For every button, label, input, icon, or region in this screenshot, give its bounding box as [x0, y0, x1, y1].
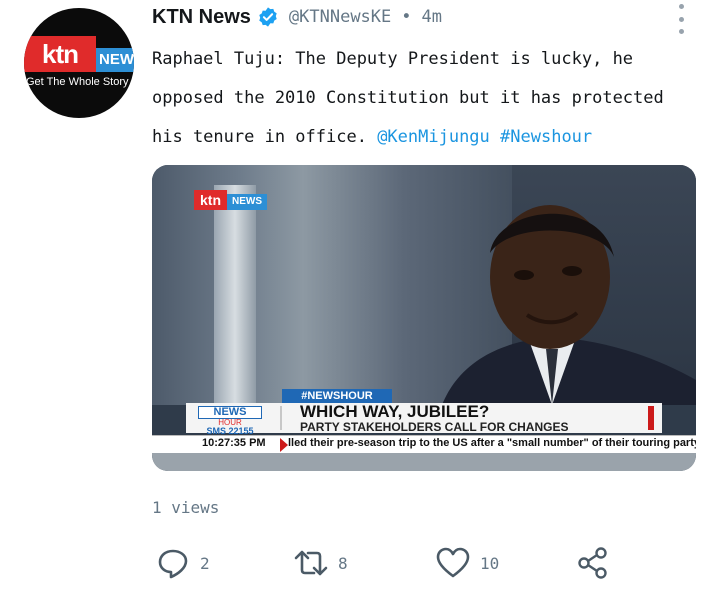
interviewee-figure — [442, 205, 696, 405]
avatar-logo-news: NEWS — [96, 48, 134, 72]
channel-logo-ktn: ktn — [194, 190, 227, 210]
like-count: 10 — [480, 553, 500, 573]
tweet-timestamp[interactable]: 4m — [422, 7, 442, 27]
channel-logo-news: NEWS — [227, 194, 267, 210]
hashtag-link[interactable]: #Newshour — [500, 127, 592, 147]
lower-third-accent — [648, 406, 654, 430]
share-button[interactable] — [576, 544, 610, 582]
ticker-text: lled their pre-season trip to the US aft… — [288, 437, 696, 449]
avatar-tagline: Get The Whole Story — [26, 76, 129, 88]
share-icon — [578, 547, 607, 579]
news-ticker: 10:27:35 PM lled their pre-season trip t… — [152, 435, 696, 454]
user-handle[interactable]: @KTNNewsKE — [289, 7, 391, 27]
newshour-box: NEWS HOUR SMS 22155 — [198, 406, 262, 436]
separator-dot: • — [401, 7, 412, 27]
more-options-icon[interactable] — [674, 4, 688, 34]
reply-count: 2 — [200, 553, 210, 573]
tweet-actions: 2 8 10 — [152, 544, 622, 582]
reply-button[interactable]: 2 — [156, 544, 210, 582]
mention-link[interactable]: @KenMijungu — [377, 127, 490, 147]
broadcast-subheadline: PARTY STAKEHOLDERS CALL FOR CHANGES — [300, 420, 569, 434]
reply-icon — [158, 549, 188, 579]
lower-third: #NEWSHOUR NEWS HOUR SMS 22155 WHICH WAY,… — [152, 389, 696, 471]
retweet-icon — [294, 550, 328, 576]
tweet-text: Raphael Tuju: The Deputy President is lu… — [152, 40, 672, 157]
verified-badge-icon — [259, 7, 277, 27]
tweet-media-video[interactable]: ktn NEWS #NEWSHOUR NEWS HOUR SMS 22155 W… — [152, 165, 696, 471]
avatar-logo-ktn: ktn — [24, 36, 96, 72]
studio-pillar — [214, 185, 256, 405]
tweet-header: KTN News @KTNNewsKE • 4m — [152, 4, 442, 30]
channel-logo: ktn NEWS — [194, 190, 267, 210]
like-icon — [436, 547, 470, 578]
avatar[interactable]: ktn NEWS Get The Whole Story — [24, 8, 134, 118]
retweet-button[interactable]: 8 — [294, 544, 348, 582]
like-button[interactable]: 10 — [436, 544, 499, 582]
program-hashtag-tab: #NEWSHOUR — [282, 389, 392, 403]
broadcast-headline: WHICH WAY, JUBILEE? — [300, 402, 490, 421]
more-dot — [678, 29, 684, 34]
retweet-count: 8 — [338, 553, 348, 573]
display-name[interactable]: KTN News — [152, 6, 251, 29]
ticker-time: 10:27:35 PM — [202, 437, 266, 449]
lower-third-bottom-bar — [152, 453, 696, 471]
view-count[interactable]: 1 views — [152, 498, 219, 517]
ticker-arrow-icon — [280, 438, 288, 452]
lower-third-divider — [280, 406, 282, 430]
more-dot — [678, 16, 684, 22]
more-dot — [678, 4, 684, 9]
